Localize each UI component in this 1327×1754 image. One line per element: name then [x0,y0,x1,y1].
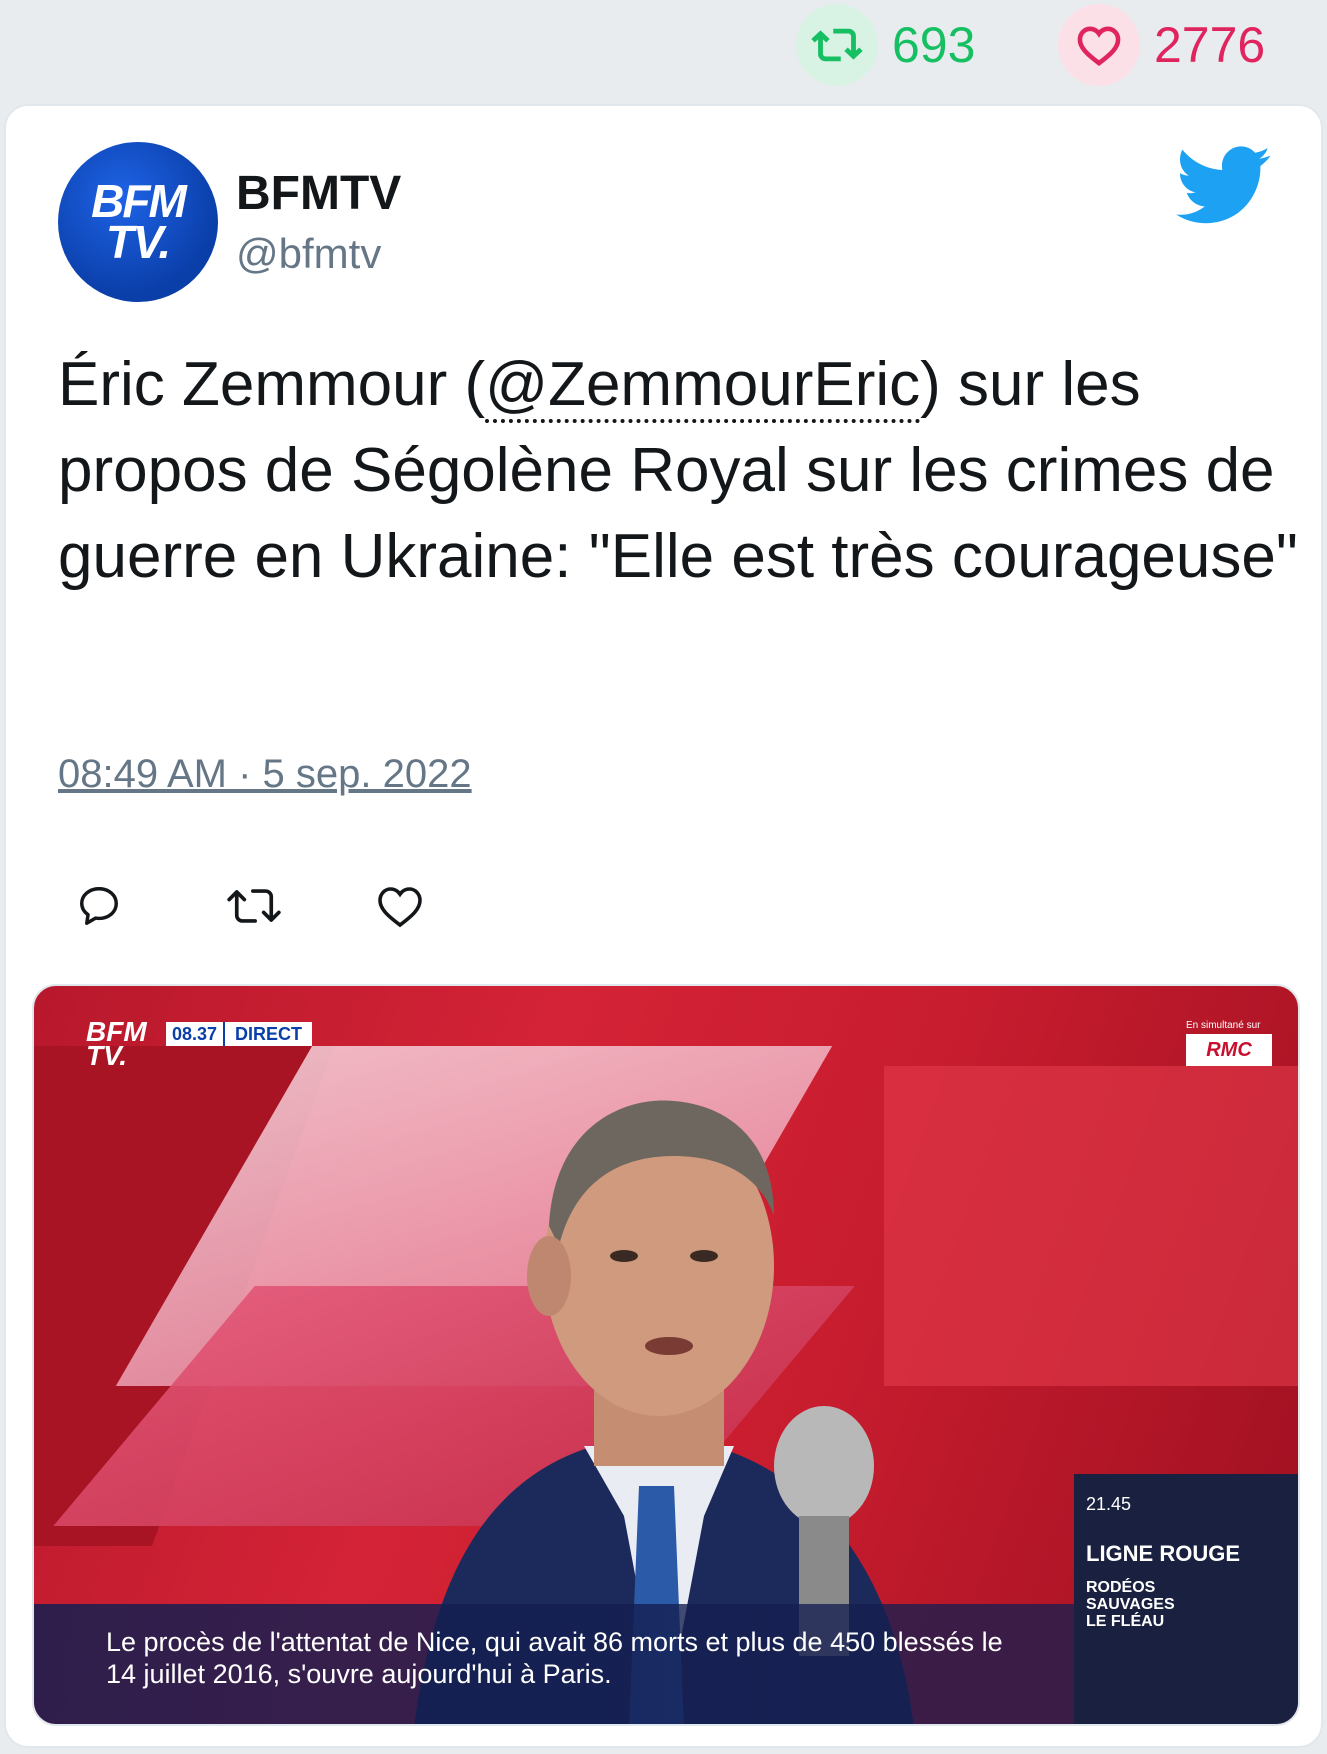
tweet-media-image[interactable]: BFM TV. 08.37 DIRECT En simultané sur RM… [32,984,1300,1726]
ticker-line2: 14 juillet 2016, s'ouvre aujourd'hui à P… [106,1659,612,1689]
tweet-actions [76,876,526,936]
live-badge: 08.37 DIRECT [166,1022,313,1046]
program-promo: 21.45 LIGNE ROUGE RODÉOS SAUVAGES LE FLÉ… [1074,1474,1298,1724]
tweet-timestamp[interactable]: 08:49 AM · 5 sep. 2022 [58,752,472,797]
like-button[interactable] [376,876,526,936]
ticker-line1: Le procès de l'attentat de Nice, qui ava… [106,1627,1003,1657]
avatar[interactable]: BFM TV. [58,142,218,302]
retweet-button[interactable] [226,876,376,936]
avatar-text-line2: TV. [105,216,171,268]
heart-icon [1058,4,1140,86]
display-name[interactable]: BFMTV [236,166,401,221]
user-handle[interactable]: @bfmtv [236,230,381,278]
channel-logo: BFM TV. [86,1018,147,1071]
like-count-stat[interactable]: 2776 [1058,4,1265,86]
promo-title: LIGNE ROUGE [1086,1541,1241,1566]
live-label: DIRECT [223,1022,313,1046]
simulcast-label: En simultané sur [1186,1020,1261,1031]
rmc-logo: RMC [1186,1034,1272,1066]
live-time: 08.37 [166,1022,224,1046]
tweet-card: BFM TV. BFMTV @bfmtv Éric Zemmour (@Zemm… [4,104,1323,1748]
mention-link[interactable]: @ZemmourEric [485,350,921,423]
retweet-count-stat[interactable]: 693 [796,4,975,86]
like-count: 2776 [1154,17,1266,73]
reply-icon [80,887,118,925]
channel-logo-line2: TV. [86,1040,127,1071]
tweet-text: Éric Zemmour (@ZemmourEric) sur les prop… [58,342,1298,600]
twitter-bird-icon[interactable] [1176,146,1272,226]
retweet-count: 693 [892,17,976,73]
retweet-icon [796,4,878,86]
promo-subtitle-3: LE FLÉAU [1086,1613,1165,1630]
background-shape [884,1066,1298,1386]
news-ticker: Le procès de l'attentat de Nice, qui ava… [34,1604,1074,1724]
engagement-stats-bar: 693 2776 [0,0,1327,100]
tweet-text-before: Éric Zemmour ( [58,350,486,419]
retweet-icon [227,889,281,923]
reply-button[interactable] [76,876,226,936]
promo-subtitle-2: SAUVAGES [1086,1596,1175,1613]
promo-subtitle-1: RODÉOS [1086,1579,1156,1596]
heart-outline-icon [378,887,422,928]
promo-time: 21.45 [1086,1494,1132,1514]
